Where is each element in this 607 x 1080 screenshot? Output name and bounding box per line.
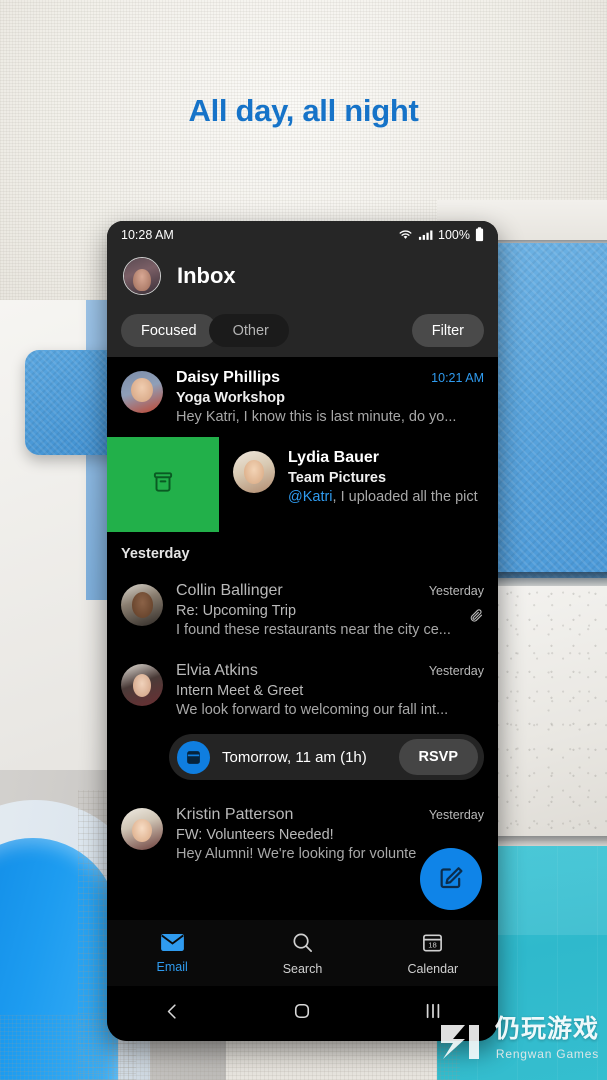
watermark-en: Rengwan Games	[495, 1047, 599, 1061]
sender-name: Elvia Atkins	[176, 662, 258, 679]
status-bar: 10:28 AM 100%	[107, 221, 498, 248]
rsvp-card[interactable]: Tomorrow, 11 am (1h) RSVP	[169, 734, 484, 780]
nav-item-search[interactable]: Search	[237, 931, 367, 976]
avatar	[121, 584, 163, 626]
preview-text: I found these restaurants near the city …	[176, 622, 451, 638]
calendar-event-icon	[177, 740, 210, 774]
mail-icon	[160, 933, 185, 955]
account-avatar[interactable]	[123, 257, 161, 295]
compose-button[interactable]	[420, 848, 482, 910]
calendar-day-number: 18	[429, 940, 438, 949]
archive-icon	[150, 469, 176, 500]
signal-icon	[418, 228, 433, 241]
nav-label: Email	[156, 959, 188, 974]
avatar-image	[121, 371, 163, 413]
sender-name: Collin Ballinger	[176, 582, 283, 599]
search-icon	[291, 931, 314, 957]
avatar-image	[124, 258, 160, 294]
home-button[interactable]	[237, 1001, 367, 1026]
wifi-icon	[398, 228, 413, 241]
rsvp-card-wrapper: Tomorrow, 11 am (1h) RSVP	[107, 730, 498, 794]
watermark-cn: 仍玩游戏	[494, 1015, 599, 1043]
timestamp: 10:21 AM	[431, 371, 484, 385]
status-time: 10:28 AM	[121, 227, 174, 242]
swiped-message-content[interactable]: Lydia Bauer Team Pictures @Katri, I uplo…	[219, 437, 498, 532]
nav-item-calendar[interactable]: 18 Calendar	[368, 931, 498, 976]
compose-icon	[437, 863, 465, 896]
calendar-icon: 18	[421, 931, 444, 957]
battery-percent: 100%	[438, 227, 470, 242]
list-item[interactable]: Daisy Phillips 10:21 AM Yoga Workshop He…	[107, 357, 498, 437]
list-item[interactable]: Collin Ballinger Yesterday Re: Upcoming …	[107, 570, 498, 650]
avatar-image	[121, 584, 163, 626]
message-list: Daisy Phillips 10:21 AM Yoga Workshop He…	[107, 357, 498, 874]
rsvp-time-text: Tomorrow, 11 am (1h)	[222, 748, 367, 766]
page-title: Inbox	[177, 263, 236, 288]
avatar	[121, 664, 163, 706]
tab-focused[interactable]: Focused	[121, 314, 217, 347]
preview-text: We look forward to welcoming our fall in…	[176, 702, 449, 718]
tab-other[interactable]: Other	[208, 314, 289, 347]
avatar-image	[121, 664, 163, 706]
list-item-swiped[interactable]: Lydia Bauer Team Pictures @Katri, I uplo…	[107, 437, 498, 532]
preview-text: @Katri, I uploaded all the pict	[288, 489, 498, 505]
filter-button[interactable]: Filter	[411, 314, 484, 347]
status-icons: 100%	[398, 227, 484, 242]
pivot-bar: Focused Other Filter	[107, 304, 498, 357]
nav-label: Calendar	[407, 961, 459, 976]
watermark: 仍玩游戏 Rengwan Games	[435, 1017, 599, 1068]
subject-line: FW: Volunteers Needed!	[176, 827, 334, 843]
mention-token: @Katri	[288, 489, 333, 505]
watermark-logo-icon	[435, 1019, 487, 1068]
nav-item-email[interactable]: Email	[107, 933, 237, 974]
avatar	[121, 808, 163, 850]
sender-name: Lydia Bauer	[288, 449, 379, 466]
section-header: Yesterday	[107, 532, 498, 570]
sender-name: Kristin Patterson	[176, 806, 294, 823]
battery-icon	[475, 227, 484, 242]
page-headline: All day, all night	[188, 93, 419, 128]
avatar	[233, 451, 275, 493]
timestamp: Yesterday	[428, 808, 484, 822]
avatar-image	[121, 808, 163, 850]
timestamp: Yesterday	[428, 584, 484, 598]
timestamp: Yesterday	[428, 664, 484, 678]
bottom-navigation: Email Search 18 Calendar	[107, 920, 498, 986]
home-icon	[292, 1001, 312, 1026]
subject-line: Team Pictures	[288, 470, 387, 486]
sender-name: Daisy Phillips	[176, 369, 281, 386]
nav-label: Search	[282, 961, 323, 976]
subject-line: Re: Upcoming Trip	[176, 603, 297, 619]
list-item[interactable]: Elvia Atkins Yesterday Intern Meet & Gre…	[107, 650, 498, 730]
preview-rest: , I uploaded all the pict	[332, 489, 478, 505]
attachment-icon	[469, 608, 484, 628]
rsvp-button[interactable]: RSVP	[398, 739, 478, 775]
preview-text: Hey Katri, I know this is last minute, d…	[176, 409, 457, 425]
subject-line: Yoga Workshop	[176, 390, 286, 406]
avatar-image	[233, 451, 275, 493]
archive-action[interactable]	[107, 437, 219, 532]
back-icon	[163, 1002, 182, 1026]
phone-mockup: 10:28 AM 100% Inbox Focused Other Filter	[107, 221, 498, 1041]
app-header: Inbox	[107, 248, 498, 304]
avatar	[121, 371, 163, 413]
subject-line: Intern Meet & Greet	[176, 683, 304, 699]
back-button[interactable]	[107, 1002, 237, 1026]
